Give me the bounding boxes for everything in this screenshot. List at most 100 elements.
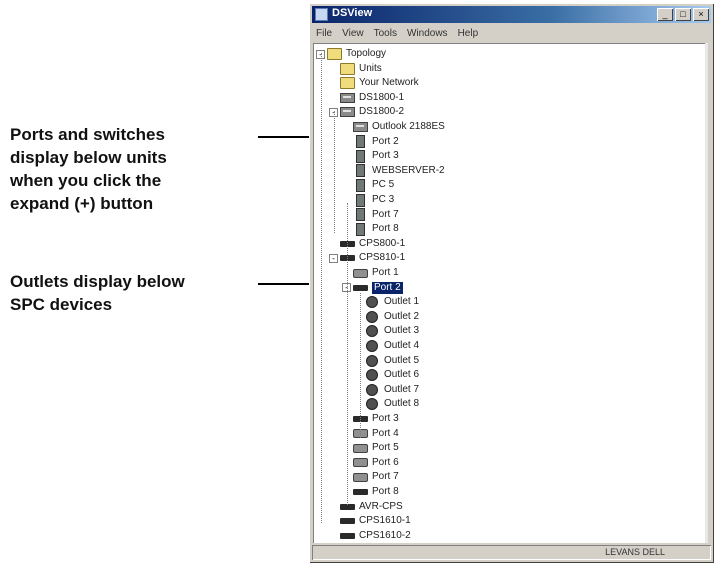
tree-item-label: Port 6 (372, 456, 399, 468)
tree-item[interactable]: Outlet 6 (366, 368, 419, 382)
tree-item-label: Your Network (359, 77, 419, 89)
tree-item[interactable]: Units (340, 62, 382, 76)
callout-outlets: Outlets display below SPC devices (10, 270, 185, 316)
tree-item[interactable]: WEBSERVER-2 (353, 164, 445, 178)
tree-item-label: DS1800-1 (359, 91, 405, 103)
menu-windows[interactable]: Windows (407, 25, 448, 42)
menu-bar: File View Tools Windows Help (312, 25, 711, 42)
tree-item-label: Units (359, 62, 382, 74)
tree-item-label: Outlook 2188ES (372, 121, 445, 132)
plug-icon (353, 268, 368, 278)
tree-item[interactable]: Outlet 1 (366, 295, 419, 309)
callout-ports-switches: Ports and switches display below units w… (10, 123, 167, 215)
maximize-button[interactable]: □ (675, 8, 691, 21)
window-title: DSView (332, 7, 373, 19)
tree-item[interactable]: DS1800-2 (340, 105, 404, 119)
unit-icon (340, 107, 355, 118)
tree-item[interactable]: Outlet 5 (366, 354, 419, 368)
tree-item[interactable]: Port 3 (353, 149, 399, 163)
tree-item[interactable]: Topology (327, 47, 386, 61)
tree-expand-button[interactable]: - (329, 253, 338, 263)
app-window: DSView _ □ × File View Tools Windows Hel… (309, 3, 714, 563)
menu-file[interactable]: File (316, 25, 332, 42)
tree-item[interactable]: Outlet 8 (366, 397, 419, 411)
device-icon (340, 532, 355, 539)
outlet-icon (366, 340, 378, 352)
folder-icon (340, 62, 355, 75)
outlet-icon (366, 383, 378, 396)
tree-connector-line (347, 203, 348, 505)
tree-item[interactable]: Outlook 2188ES (353, 120, 445, 134)
app-icon (315, 8, 328, 21)
tree-item-label: Port 3 (372, 413, 399, 424)
outlet-icon (366, 398, 378, 411)
tree-item-label: CPS1610-2 (359, 529, 411, 541)
tree-item-label: Outlet 2 (384, 310, 420, 322)
tree-item[interactable]: Port 5 (353, 441, 399, 455)
tree-item[interactable]: Outlet 7 (366, 383, 419, 397)
tree-item[interactable]: PC 5 (353, 178, 394, 192)
port-icon (356, 208, 365, 222)
tree-scrollbar[interactable] (705, 43, 708, 543)
tree-item[interactable]: CPS1610-2 (340, 529, 411, 543)
tree-connector-line (360, 293, 361, 438)
port-icon (356, 222, 365, 236)
tree-item[interactable]: Your Network (340, 76, 419, 90)
tree-item-label: Port 7 (372, 471, 399, 483)
tree-item[interactable]: PC 3 (353, 193, 394, 207)
close-button[interactable]: × (693, 8, 709, 21)
callout-line: display below units (10, 148, 167, 167)
tree-item-label: PC 5 (372, 179, 395, 191)
tree-item[interactable]: DS1800-1 (340, 91, 404, 105)
tree-item[interactable]: Port 8 (353, 222, 399, 236)
tree-item-label: CPS810-1 (359, 252, 406, 264)
topology-tree[interactable]: - Topology Units Your Network DS1800-1- DS180… (313, 43, 708, 543)
title-bar[interactable]: DSView _ □ × (312, 6, 711, 23)
port-icon (356, 149, 365, 163)
tree-item-label: Port 5 (372, 442, 399, 454)
tree-item-label: Port 7 (372, 208, 399, 220)
tree-item[interactable]: Port 8 (353, 485, 399, 499)
tree-item[interactable]: Outlet 2 (366, 310, 419, 324)
tree-item[interactable]: AVR-CPS (340, 500, 403, 514)
tree-item-label: CPS800-1 (359, 237, 406, 249)
tree-item[interactable]: Port 7 (353, 208, 399, 222)
tree-item-label: PC 3 (372, 194, 395, 205)
window-controls: _ □ × (657, 8, 709, 21)
callout-line: when you click the (10, 171, 162, 190)
tree-item-label: Topology (346, 48, 387, 59)
tree-item[interactable]: Outlet 3 (366, 324, 419, 338)
callout-line: Outlets display below (10, 272, 185, 291)
tree-connector-line (321, 53, 322, 523)
device-icon (353, 284, 368, 291)
unit-icon (340, 92, 355, 103)
minimize-button[interactable]: _ (657, 8, 673, 21)
status-text: LEVANS DELL (605, 547, 665, 557)
folder-icon (327, 48, 342, 60)
tree-item[interactable]: Port 2 (353, 135, 399, 149)
tree-item-label: Port 3 (372, 150, 399, 162)
tree-item[interactable]: CPS810-1 (340, 251, 405, 265)
menu-tools[interactable]: Tools (374, 25, 397, 42)
tree-item-label: Port 2 (372, 135, 399, 147)
tree-item-label: Port 8 (372, 486, 399, 497)
callout-line: expand (+) button (10, 194, 154, 213)
tree-item[interactable]: CPS800-1 (340, 237, 405, 251)
outlet-icon (366, 296, 378, 309)
tree-item[interactable]: Port 6 (353, 456, 399, 470)
port-icon (356, 164, 365, 178)
tree-item[interactable]: CPS1610-1 (340, 514, 411, 528)
port-icon (356, 178, 365, 192)
tree-item[interactable]: Port 1 (353, 266, 399, 280)
tree-item-label: Outlet 8 (384, 398, 420, 410)
status-bar: LEVANS DELL (312, 545, 711, 560)
unit-icon (353, 122, 368, 132)
tree-item-label: Port 1 (372, 267, 399, 278)
menu-help[interactable]: Help (458, 25, 479, 42)
tree-item[interactable]: Outlet 4 (366, 339, 419, 353)
tree-item[interactable]: Port 7 (353, 470, 399, 484)
device-icon (340, 518, 355, 525)
tree-item-label: Outlet 4 (384, 340, 420, 351)
menu-view[interactable]: View (342, 25, 364, 42)
plug-icon (353, 458, 368, 468)
